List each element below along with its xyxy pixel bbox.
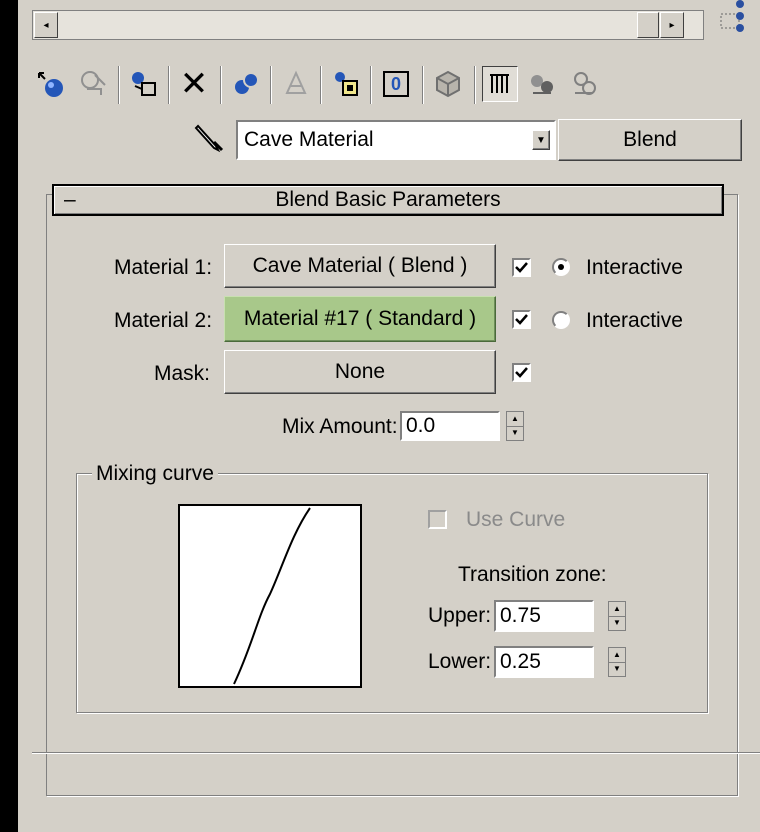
spinner-down-icon[interactable]: ▼ xyxy=(609,615,625,631)
make-unique-icon[interactable] xyxy=(228,66,264,102)
material-name-combo[interactable]: Cave Material ▼ xyxy=(236,120,556,160)
bottom-divider xyxy=(32,752,760,754)
material1-interactive-label: Interactive xyxy=(586,256,683,279)
toolbar-separator xyxy=(118,66,120,104)
use-curve-label: Use Curve xyxy=(466,508,566,531)
get-material-icon[interactable] xyxy=(32,66,68,102)
material-effects-channel-icon[interactable] xyxy=(328,66,364,102)
sample-slots-icon[interactable] xyxy=(718,0,752,36)
mixing-curve-group xyxy=(76,473,708,713)
mixing-curve-graph xyxy=(178,504,362,688)
material2-enable-checkbox[interactable] xyxy=(512,310,531,329)
upper-spinner[interactable]: ▲ ▼ xyxy=(608,601,626,631)
scroll-right-button[interactable]: ▸ xyxy=(660,12,684,38)
spinner-down-icon[interactable]: ▼ xyxy=(507,425,523,441)
material1-interactive-radio[interactable] xyxy=(552,258,570,276)
mix-amount-label: Mix Amount: xyxy=(282,415,398,438)
background-icon[interactable] xyxy=(482,66,518,102)
reset-map-icon[interactable]: ✕ xyxy=(176,65,212,103)
rollout-header[interactable]: – Blend Basic Parameters xyxy=(52,184,724,216)
scroll-right-icon: ▸ xyxy=(669,19,675,31)
put-to-library-icon[interactable] xyxy=(278,66,314,102)
spinner-up-icon[interactable]: ▲ xyxy=(609,602,625,616)
pick-material-eyedropper-icon[interactable] xyxy=(192,122,228,158)
material1-enable-checkbox[interactable] xyxy=(512,258,531,277)
material-name-dropdown-button[interactable]: ▼ xyxy=(532,130,550,150)
lower-label: Lower: xyxy=(428,650,492,673)
scroll-thumb[interactable] xyxy=(637,12,659,38)
material2-label: Material 2: xyxy=(114,309,213,332)
put-to-scene-icon[interactable] xyxy=(76,66,112,102)
material2-interactive-label: Interactive xyxy=(586,309,683,332)
upper-label: Upper: xyxy=(428,604,492,627)
material-editor-panel: ◂ ▸ ✕ 0 Cave Material ▼ Blend – Blend Ba… xyxy=(18,0,760,832)
spinner-up-icon[interactable]: ▲ xyxy=(609,648,625,662)
lower-field[interactable]: 0.25 xyxy=(494,646,594,678)
material-name-value[interactable]: Cave Material xyxy=(238,128,532,152)
transition-zone-label: Transition zone: xyxy=(458,563,607,586)
scroll-left-button[interactable]: ◂ xyxy=(34,12,58,38)
assign-to-selection-icon[interactable] xyxy=(126,66,162,102)
rollout-title: Blend Basic Parameters xyxy=(275,188,501,211)
toolbar-separator xyxy=(270,66,272,104)
material-type-button[interactable]: Blend xyxy=(558,119,742,161)
toolbar-separator xyxy=(220,66,222,104)
use-curve-checkbox[interactable] xyxy=(428,510,447,529)
mix-amount-field[interactable]: 0.0 xyxy=(400,411,500,441)
scroll-left-icon: ◂ xyxy=(43,19,49,31)
toolbar-separator xyxy=(422,66,424,104)
toolbar-separator xyxy=(474,66,476,104)
toolbar-separator xyxy=(168,66,170,104)
mixing-curve-line xyxy=(233,507,311,685)
mixing-curve-group-label: Mixing curve xyxy=(92,462,218,486)
upper-field[interactable]: 0.75 xyxy=(494,600,594,632)
material2-button[interactable]: Material #17 ( Standard ) xyxy=(224,296,496,342)
chevron-down-icon: ▼ xyxy=(536,134,546,146)
show-map-icon[interactable]: 0 xyxy=(378,66,414,102)
toolbar-separator xyxy=(370,66,372,104)
mask-label: Mask: xyxy=(154,362,211,385)
material1-label: Material 1: xyxy=(114,256,213,279)
material1-button[interactable]: Cave Material ( Blend ) xyxy=(224,244,496,288)
mask-button[interactable]: None xyxy=(224,350,496,394)
mask-enable-checkbox[interactable] xyxy=(512,363,531,382)
show-end-result-icon[interactable] xyxy=(430,66,466,102)
material2-interactive-radio[interactable] xyxy=(552,311,570,329)
spinner-down-icon[interactable]: ▼ xyxy=(609,661,625,677)
go-forward-sibling-icon[interactable] xyxy=(566,66,602,102)
mix-amount-spinner[interactable]: ▲ ▼ xyxy=(506,411,524,441)
toolbar-separator xyxy=(320,66,322,104)
lower-spinner[interactable]: ▲ ▼ xyxy=(608,647,626,677)
horizontal-scrollbar[interactable]: ◂ ▸ xyxy=(32,10,704,40)
go-to-parent-icon[interactable] xyxy=(524,66,560,102)
spinner-up-icon[interactable]: ▲ xyxy=(507,412,523,426)
